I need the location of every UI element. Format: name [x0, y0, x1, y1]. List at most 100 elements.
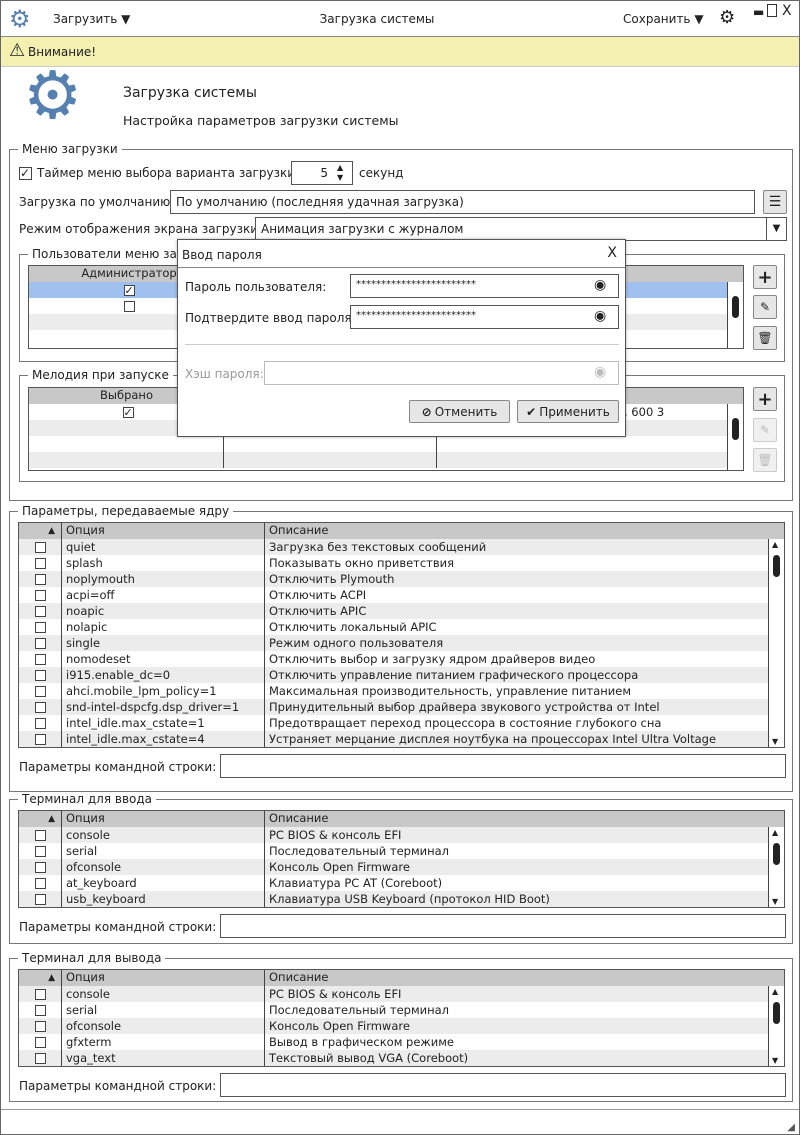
- row-checkbox[interactable]: [19, 1018, 62, 1034]
- column-header-description[interactable]: Описание: [265, 523, 328, 539]
- sort-ascending-icon[interactable]: ▲: [19, 523, 62, 539]
- row-checkbox[interactable]: [19, 859, 62, 875]
- column-header-description[interactable]: Описание: [265, 970, 328, 986]
- row-checkbox[interactable]: [19, 731, 62, 747]
- row-checkbox[interactable]: [19, 1002, 62, 1018]
- sort-ascending-icon[interactable]: ▲: [19, 970, 62, 986]
- row-checkbox[interactable]: [19, 683, 62, 699]
- row-checkbox[interactable]: [19, 651, 62, 667]
- scroll-down-icon[interactable]: ▼: [772, 1056, 778, 1065]
- scrollbar[interactable]: ▲ ▼: [768, 539, 784, 747]
- table-row[interactable]: ofconsole Консоль Open Firmware: [19, 859, 784, 875]
- table-row[interactable]: ahci.mobile_lpm_policy=1 Максимальная про…: [19, 683, 784, 699]
- table-row[interactable]: noplymouth Отключить Plymouth: [19, 571, 784, 587]
- spin-arrows-icon[interactable]: ▲ ▼: [337, 163, 343, 183]
- resize-grip-icon[interactable]: ◢: [787, 1122, 795, 1133]
- column-header-description[interactable]: Описание: [265, 811, 328, 827]
- cmdline-input[interactable]: [220, 914, 786, 938]
- table-row[interactable]: noapic Отключить APIC: [19, 603, 784, 619]
- row-checkbox[interactable]: [19, 555, 62, 571]
- table-row[interactable]: nomodeset Отключить выбор и загрузку ядро…: [19, 651, 784, 667]
- row-checkbox[interactable]: [19, 827, 62, 843]
- chevron-down-icon[interactable]: ▼: [766, 218, 786, 240]
- row-checkbox[interactable]: [19, 986, 62, 1002]
- sort-ascending-icon[interactable]: ▲: [19, 811, 62, 827]
- eye-icon[interactable]: ◉: [594, 308, 606, 324]
- confirm-password-field[interactable]: ************************: [350, 305, 619, 329]
- table-row[interactable]: console PC BIOS & консоль EFI: [19, 986, 784, 1002]
- table-row[interactable]: intel_idle.max_cstate=4 Устраняет мерцани…: [19, 731, 784, 747]
- header-gears-icon: ⚙: [23, 57, 83, 134]
- row-checkbox[interactable]: [19, 891, 62, 907]
- scrollbar[interactable]: ▲ ▼: [768, 827, 784, 907]
- table-row[interactable]: acpi=off Отключить ACPI: [19, 587, 784, 603]
- table-row[interactable]: at_keyboard Клавиатура PC AT (Coreboot): [19, 875, 784, 891]
- table-row[interactable]: single Режим одного пользователя: [19, 635, 784, 651]
- scrollbar[interactable]: ▲ ▼: [768, 986, 784, 1066]
- default-boot-menu-button[interactable]: ☰: [763, 190, 787, 214]
- row-checkbox[interactable]: [19, 571, 62, 587]
- eye-icon[interactable]: ◉: [594, 277, 606, 293]
- table-row[interactable]: ofconsole Консоль Open Firmware: [19, 1018, 784, 1034]
- maximize-icon[interactable]: [767, 4, 777, 17]
- table-row[interactable]: quiet Загрузка без текстовых сообщений: [19, 539, 784, 555]
- row-checkbox[interactable]: [19, 1050, 62, 1066]
- row-checkbox[interactable]: [19, 587, 62, 603]
- scroll-down-icon[interactable]: ▼: [772, 897, 778, 906]
- dialog-close-icon[interactable]: X: [607, 245, 617, 261]
- scroll-up-icon[interactable]: ▲: [772, 987, 778, 996]
- column-header-option[interactable]: Опция: [62, 970, 265, 986]
- eye-icon[interactable]: ◉: [594, 364, 606, 380]
- minimize-icon[interactable]: ▬: [753, 5, 764, 19]
- save-menu[interactable]: Сохранить ▼: [623, 12, 704, 26]
- table-row[interactable]: intel_idle.max_cstate=1 Предотвращает пер…: [19, 715, 784, 731]
- delete-user-button[interactable]: 🗑: [753, 326, 777, 350]
- password-field[interactable]: ************************: [350, 274, 619, 298]
- option-cell: snd-intel-dspcfg.dsp_driver=1: [62, 699, 265, 715]
- row-checkbox[interactable]: [19, 715, 62, 731]
- timer-checkbox[interactable]: ✓: [19, 167, 32, 180]
- cmdline-input[interactable]: [220, 754, 786, 778]
- scroll-up-icon[interactable]: ▲: [772, 828, 778, 837]
- row-checkbox[interactable]: [19, 843, 62, 859]
- add-user-button[interactable]: +: [753, 265, 777, 289]
- scrollbar[interactable]: [727, 282, 743, 348]
- table-row[interactable]: serial Последовательный терминал: [19, 843, 784, 859]
- row-checkbox[interactable]: [19, 699, 62, 715]
- column-header-option[interactable]: Опция: [62, 811, 265, 827]
- table-row[interactable]: splash Показывать окно приветствия: [19, 555, 784, 571]
- kernel-table: ▲ Опция Описание quiet Загрузка без текстовы…: [18, 522, 785, 748]
- table-row[interactable]: console PC BIOS & консоль EFI: [19, 827, 784, 843]
- table-row[interactable]: usb_keyboard Клавиатура USB Keyboard (про…: [19, 891, 784, 907]
- edit-melody-button[interactable]: ✎: [753, 418, 777, 442]
- timer-spinbox[interactable]: 5: [291, 161, 353, 185]
- close-icon[interactable]: X: [782, 3, 792, 19]
- scrollbar[interactable]: [727, 404, 743, 470]
- table-row[interactable]: nolapic Отключить локальный APIC: [19, 619, 784, 635]
- table-row[interactable]: serial Последовательный терминал: [19, 1002, 784, 1018]
- row-checkbox[interactable]: [19, 635, 62, 651]
- table-row[interactable]: gfxterm Вывод в графическом режиме: [19, 1034, 784, 1050]
- table-row[interactable]: i915.enable_dc=0 Отключить управление пит…: [19, 667, 784, 683]
- row-checkbox[interactable]: [19, 603, 62, 619]
- add-melody-button[interactable]: +: [753, 387, 777, 411]
- scroll-up-icon[interactable]: ▲: [772, 540, 778, 549]
- row-checkbox[interactable]: [19, 619, 62, 635]
- display-mode-select[interactable]: Анимация загрузки с журналом ▼: [255, 217, 787, 241]
- edit-user-button[interactable]: ✎: [753, 295, 777, 319]
- hash-field[interactable]: [264, 361, 619, 385]
- cmdline-input[interactable]: [220, 1073, 786, 1097]
- column-header-option[interactable]: Опция: [62, 523, 265, 539]
- apply-button[interactable]: ✔ Применить: [517, 400, 619, 423]
- settings-gear-icon[interactable]: ⚙: [719, 7, 735, 28]
- row-checkbox[interactable]: [19, 539, 62, 555]
- delete-melody-button[interactable]: 🗑: [753, 448, 777, 472]
- table-row[interactable]: vga_text Текстовый вывод VGA (Coreboot): [19, 1050, 784, 1066]
- default-boot-field[interactable]: По умолчанию (последняя удачная загрузка…: [170, 190, 755, 214]
- table-row[interactable]: snd-intel-dspcfg.dsp_driver=1 Принудитель…: [19, 699, 784, 715]
- scroll-down-icon[interactable]: ▼: [772, 737, 778, 746]
- row-checkbox[interactable]: [19, 667, 62, 683]
- row-checkbox[interactable]: [19, 1034, 62, 1050]
- row-checkbox[interactable]: [19, 875, 62, 891]
- cancel-button[interactable]: ⊘ Отменить: [409, 400, 510, 423]
